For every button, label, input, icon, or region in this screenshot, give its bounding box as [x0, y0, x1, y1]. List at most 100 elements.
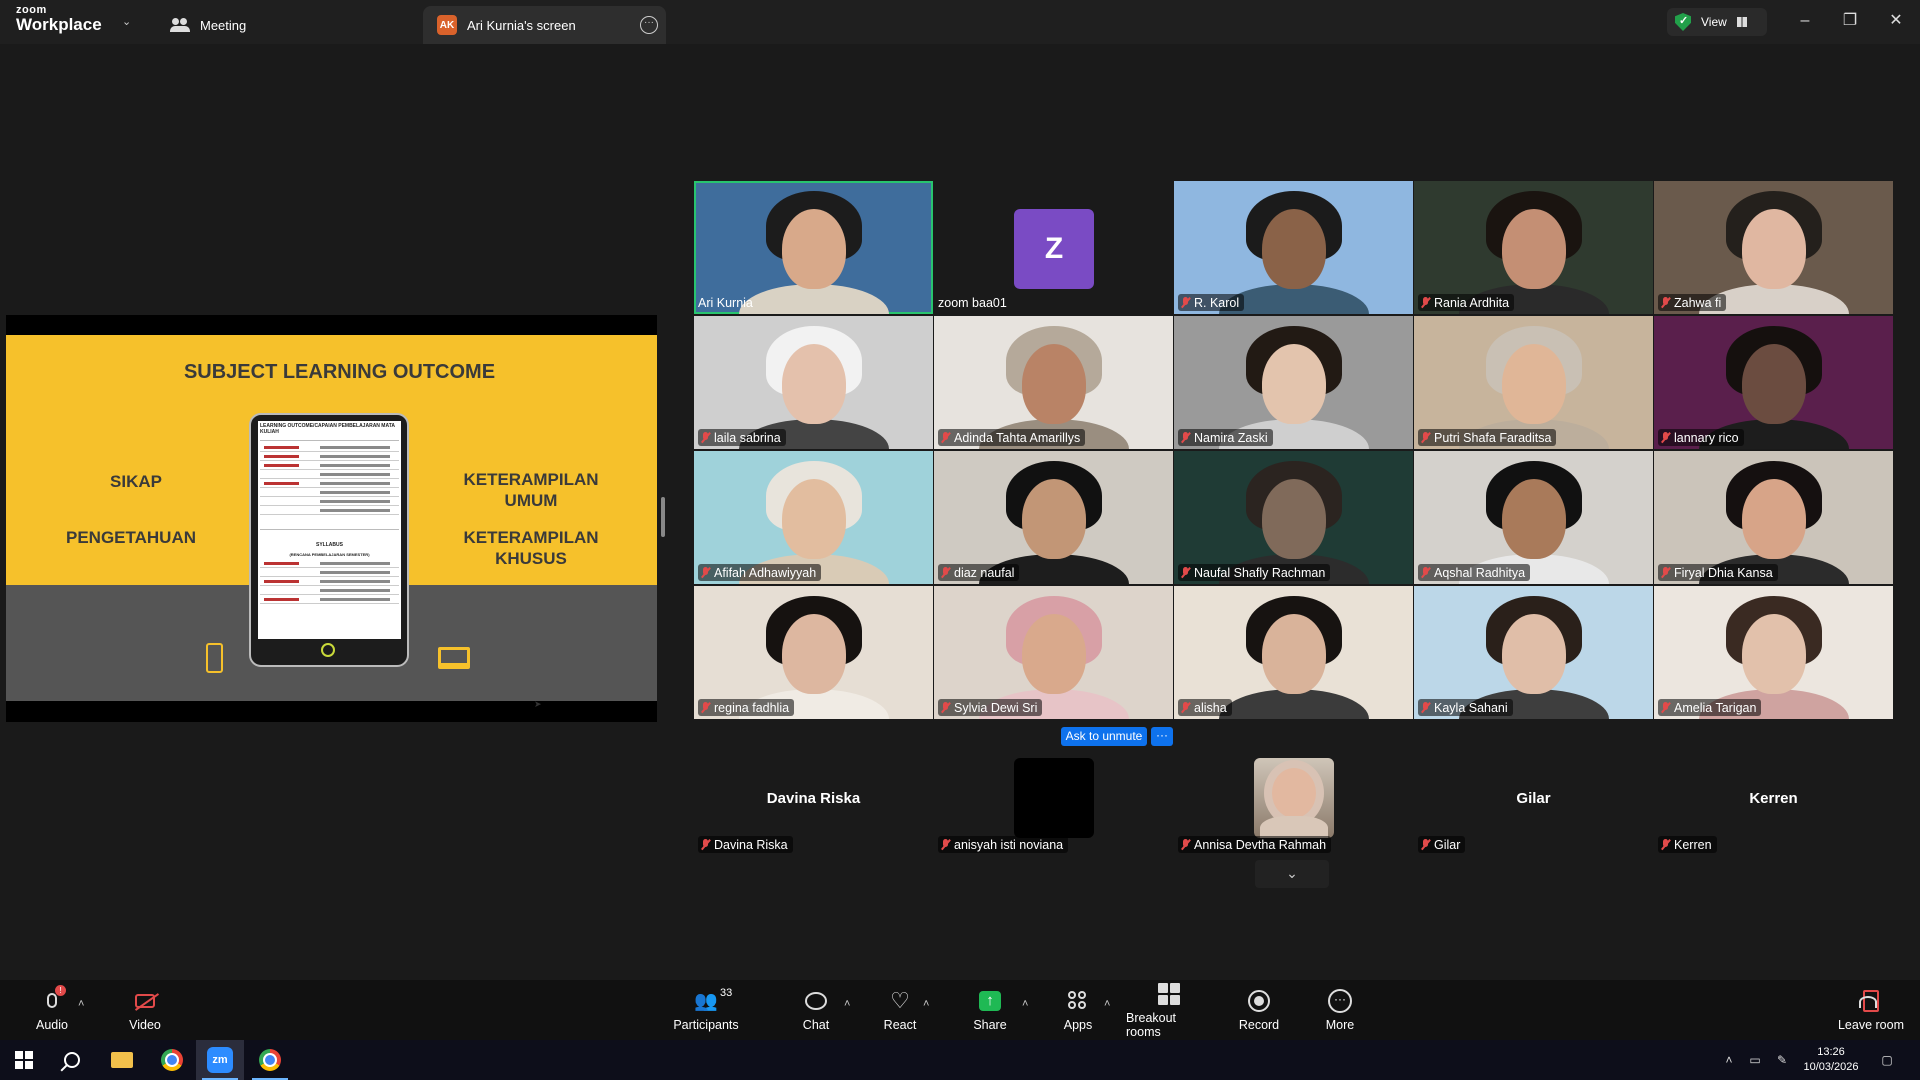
apps-options-caret[interactable]: ˄	[1104, 998, 1110, 1010]
react-heart-icon: ♡	[890, 987, 910, 1013]
shared-screen[interactable]: SUBJECT LEARNING OUTCOME SIKAP PENGETAHU…	[6, 315, 657, 722]
chat-button[interactable]: Chat	[794, 980, 838, 1040]
video-tile[interactable]: Putri Shafa Faraditsa	[1414, 316, 1653, 449]
participant-video-face	[1021, 479, 1086, 559]
phone-icon	[206, 643, 223, 673]
close-button[interactable]: ✕	[1884, 10, 1908, 34]
video-tile[interactable]: Rania Ardhita	[1414, 181, 1653, 314]
breakout-rooms-button[interactable]: Breakout rooms	[1126, 980, 1212, 1040]
video-tile[interactable]: regina fadhlia	[694, 586, 933, 719]
participant-name-tag: Namira Zaski	[1178, 429, 1273, 446]
tab-options-icon[interactable]: ···	[640, 16, 658, 34]
video-tile[interactable]: R. Karol	[1174, 181, 1413, 314]
video-tile[interactable]: diaz naufal	[934, 451, 1173, 584]
zoom-workplace-logo[interactable]: zoom Workplace	[16, 5, 102, 34]
video-tile[interactable]: Sylvia Dewi Sri	[934, 586, 1173, 719]
tab-meeting[interactable]: Meeting	[156, 6, 416, 44]
apps-button[interactable]: Apps	[1056, 980, 1100, 1040]
participant-name-tag: anisyah isti noviana	[938, 836, 1069, 853]
video-tile[interactable]: Afifah Adhawiyyah	[694, 451, 933, 584]
more-button[interactable]: ··· More	[1318, 980, 1362, 1040]
react-options-caret[interactable]: ˄	[923, 998, 929, 1010]
mic-muted-icon	[701, 567, 710, 578]
minimize-button[interactable]: –	[1793, 10, 1817, 34]
presentation-slide: SUBJECT LEARNING OUTCOME SIKAP PENGETAHU…	[6, 335, 657, 701]
slide-label-pengetahuan: PENGETAHUAN	[65, 528, 197, 547]
notifications-icon[interactable]: ▢	[1872, 1040, 1902, 1080]
participant-name: Annisa Devtha Rahmah	[1194, 837, 1327, 852]
mic-muted-icon	[1421, 297, 1430, 308]
record-button[interactable]: Record	[1236, 980, 1282, 1040]
restore-button[interactable]: ❐	[1838, 10, 1862, 34]
blank-avatar	[1014, 758, 1094, 838]
taskbar-search[interactable]	[48, 1040, 96, 1080]
participant-name: diaz naufal	[954, 565, 1015, 580]
tab-shared-screen[interactable]: AK Ari Kurnia's screen ···	[423, 6, 666, 44]
video-tile[interactable]: Zahwa fi	[1654, 181, 1893, 314]
react-button[interactable]: ♡ React	[878, 980, 922, 1040]
security-shield-icon[interactable]	[1675, 13, 1691, 31]
start-button[interactable]	[0, 1040, 48, 1080]
video-off-icon	[135, 993, 155, 1008]
participant-video-face	[1261, 614, 1326, 694]
participant-name-tag: Naufal Shafly Rachman	[1178, 564, 1331, 581]
video-tile[interactable]: laila sabrina	[694, 316, 933, 449]
mic-muted-icon	[941, 432, 950, 443]
video-tile[interactable]: Kayla Sahani	[1414, 586, 1653, 719]
participant-name-tag: Adinda Tahta Amarillys	[938, 429, 1086, 446]
audio-options-caret[interactable]: ˄	[78, 998, 84, 1010]
video-tile[interactable]: Zzoom baa01	[934, 181, 1173, 314]
mic-muted-icon	[701, 839, 710, 850]
audio-only-tile[interactable]: Davina Riska Davina Riska	[694, 738, 933, 858]
participant-name: Gilar	[1434, 837, 1461, 852]
video-tile[interactable]: Firyal Dhia Kansa	[1654, 451, 1893, 584]
participant-name: lannary rico	[1674, 430, 1739, 445]
taskbar-file-explorer[interactable]	[98, 1040, 146, 1080]
video-tile[interactable]: Namira Zaski	[1174, 316, 1413, 449]
participant-video-face	[1741, 479, 1806, 559]
pen-icon[interactable]: ✎	[1770, 1040, 1794, 1080]
microphone-icon	[47, 993, 57, 1008]
network-icon[interactable]: ▭	[1742, 1040, 1768, 1080]
share-button[interactable]: ↑ Share	[968, 980, 1012, 1040]
audio-button[interactable]: ! Audio	[30, 980, 74, 1040]
tray-overflow-icon[interactable]: ˄	[1718, 1040, 1740, 1080]
video-tile[interactable]: Adinda Tahta Amarillys	[934, 316, 1173, 449]
participant-display-name: Davina Riska	[766, 790, 861, 807]
title-bar: zoom Workplace ⌄ Meeting AK Ari Kurnia's…	[0, 0, 1920, 44]
chevron-down-icon[interactable]: ⌄	[122, 15, 131, 28]
video-tile[interactable]: Naufal Shafly Rachman	[1174, 451, 1413, 584]
participant-video-face	[1261, 344, 1326, 424]
leave-room-button[interactable]: Leave room	[1836, 980, 1906, 1040]
video-tile[interactable]: Ari Kurnia	[694, 181, 933, 314]
mic-muted-icon	[1421, 839, 1430, 850]
split-view-handle[interactable]	[661, 497, 665, 537]
participant-name: zoom baa01	[938, 295, 1007, 310]
video-tile[interactable]: lannary rico	[1654, 316, 1893, 449]
share-options-caret[interactable]: ˄	[1022, 998, 1028, 1010]
taskbar-zoom[interactable]: zm	[196, 1040, 244, 1080]
audio-only-tile[interactable]: anisyah isti noviana	[934, 738, 1173, 858]
tab-meeting-label: Meeting	[200, 17, 247, 33]
expand-gallery-button[interactable]: ⌄	[1255, 860, 1329, 888]
record-icon	[1248, 989, 1270, 1012]
taskbar-chrome-window[interactable]	[246, 1040, 294, 1080]
video-tile[interactable]: alisha	[1174, 586, 1413, 719]
participants-button[interactable]: 👥 33 Participants	[668, 980, 744, 1040]
audio-only-tile[interactable]: Kerren Kerren	[1654, 738, 1893, 858]
chat-icon	[805, 991, 827, 1010]
system-clock[interactable]: 13:26 10/03/2026	[1796, 1045, 1866, 1075]
audio-label: Audio	[36, 1017, 68, 1032]
chat-options-caret[interactable]: ˄	[844, 998, 850, 1010]
mic-muted-icon	[1661, 702, 1670, 713]
taskbar-chrome[interactable]	[148, 1040, 196, 1080]
audio-only-tile[interactable]: Annisa Devtha Rahmah	[1174, 738, 1413, 858]
leave-icon	[1859, 989, 1879, 1012]
view-menu[interactable]: View	[1667, 8, 1767, 36]
video-tile[interactable]: Amelia Tarigan	[1654, 586, 1893, 719]
audio-only-tile[interactable]: Gilar Gilar	[1414, 738, 1653, 858]
react-label: React	[883, 1017, 917, 1032]
video-button[interactable]: Video	[120, 980, 170, 1040]
video-tile[interactable]: Aqshal Radhitya	[1414, 451, 1653, 584]
chat-label: Chat	[802, 1017, 830, 1032]
